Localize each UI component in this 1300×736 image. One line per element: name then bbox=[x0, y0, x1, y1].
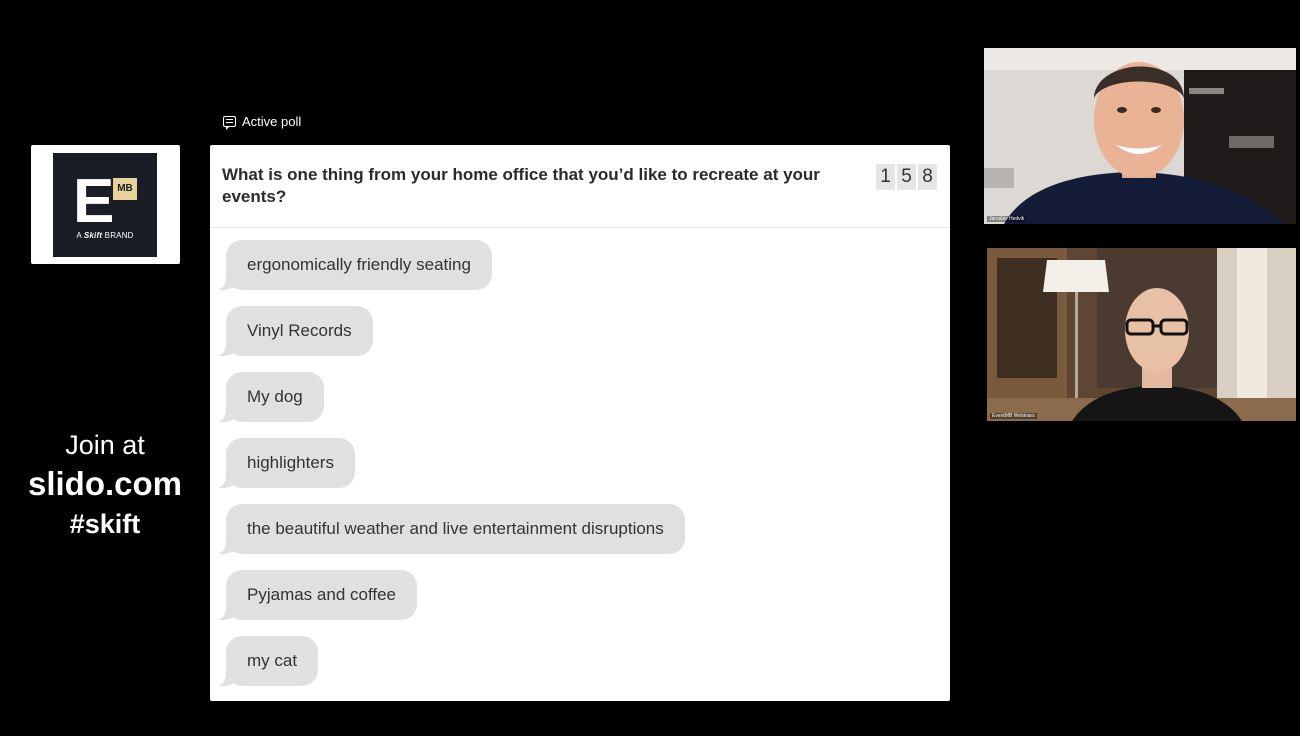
participant-1-name: Jaroslav Hedvik bbox=[987, 216, 1027, 222]
logo-letter: E bbox=[73, 167, 115, 236]
participant-video-1[interactable]: Jaroslav Hedvik bbox=[984, 48, 1296, 224]
response-list: ergonomically friendly seating Vinyl Rec… bbox=[212, 240, 685, 701]
poll-card: What is one thing from your home office … bbox=[210, 145, 950, 701]
response-bubble: highlighters bbox=[213, 438, 355, 488]
response-bubble: my cat bbox=[212, 636, 319, 686]
poll-question: What is one thing from your home office … bbox=[222, 165, 820, 206]
response-bubble: Vinyl Records bbox=[213, 306, 373, 356]
participant-2-name: EventMB Webinars bbox=[990, 413, 1037, 419]
response-bubble: the beautiful weather and live entertain… bbox=[213, 504, 685, 554]
logo-tagline: A Skift BRAND bbox=[76, 231, 134, 240]
active-poll-label: Active poll bbox=[223, 114, 302, 130]
response-bubble: Pyjamas and coffee bbox=[213, 570, 417, 620]
speech-bubble-icon bbox=[223, 116, 236, 130]
counter-digit: 5 bbox=[897, 164, 916, 190]
response-counter: 1 5 8 bbox=[876, 164, 937, 190]
logo-badge: MB bbox=[113, 178, 137, 200]
participant-video-2[interactable]: EventMB Webinars bbox=[987, 248, 1296, 421]
response-bubble: My dog bbox=[213, 372, 324, 422]
join-info: Join at slido.com #skift bbox=[0, 428, 210, 542]
counter-digit: 8 bbox=[918, 164, 937, 190]
join-label: Join at bbox=[65, 430, 145, 460]
event-logo-card: E MB A Skift BRAND bbox=[31, 145, 180, 264]
join-url: slido.com bbox=[27, 465, 183, 502]
eventmb-logo: E MB A Skift BRAND bbox=[53, 153, 157, 257]
participant-1-image bbox=[984, 48, 1296, 224]
event-code: #skift bbox=[69, 509, 141, 539]
active-poll-text: Active poll bbox=[242, 114, 302, 129]
participant-2-image bbox=[987, 248, 1296, 421]
divider bbox=[210, 227, 950, 228]
counter-digit: 1 bbox=[876, 164, 895, 190]
response-bubble: ergonomically friendly seating bbox=[213, 240, 492, 290]
